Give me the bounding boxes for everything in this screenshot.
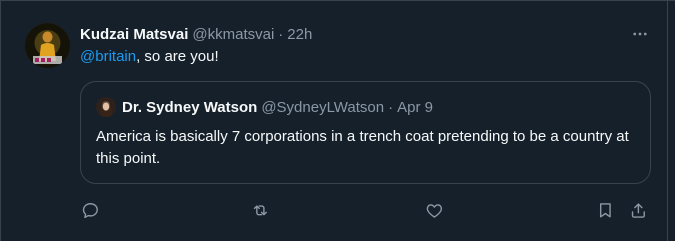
separator-dot: ·: [278, 25, 284, 43]
tweet-text-rest: , so are you!: [136, 48, 219, 65]
reply-icon: [82, 202, 98, 218]
tweet-timestamp[interactable]: 22h: [287, 26, 312, 43]
tweet-card[interactable]: Kudzai Matsvai @kkmatsvai · 22h @britain…: [0, 0, 667, 241]
tweet-text: @britain, so are you!: [80, 47, 219, 67]
quoted-author-handle[interactable]: @SydneyLWatson: [261, 99, 384, 116]
more-options-button[interactable]: [630, 24, 650, 44]
quoted-tweet[interactable]: Dr. Sydney Watson @SydneyLWatson · Apr 9…: [80, 81, 651, 184]
quoted-separator-dot: ·: [388, 98, 394, 116]
retweet-icon: [253, 205, 267, 215]
reply-button[interactable]: [78, 198, 102, 222]
bookmark-button[interactable]: [593, 198, 617, 222]
mention-link[interactable]: @britain: [80, 48, 136, 65]
share-icon: [631, 203, 645, 218]
heart-icon: [426, 203, 442, 218]
like-button[interactable]: [422, 198, 446, 222]
tweet-header: Kudzai Matsvai @kkmatsvai · 22h: [80, 24, 312, 44]
author-handle[interactable]: @kkmatsvai: [192, 26, 274, 43]
quoted-text: America is basically 7 corporations in a…: [96, 128, 629, 167]
author-avatar[interactable]: [25, 23, 70, 68]
quoted-header: Dr. Sydney Watson @SydneyLWatson · Apr 9: [122, 97, 433, 117]
quoted-author-name[interactable]: Dr. Sydney Watson: [122, 99, 257, 116]
author-name[interactable]: Kudzai Matsvai: [80, 26, 188, 43]
more-horizontal-icon: [633, 32, 647, 36]
bookmark-icon: [599, 202, 611, 218]
quoted-timestamp[interactable]: Apr 9: [397, 99, 433, 116]
retweet-button[interactable]: [248, 198, 272, 222]
share-button[interactable]: [626, 198, 650, 222]
action-bar: [0, 198, 667, 222]
quoted-author-avatar[interactable]: [96, 97, 116, 117]
